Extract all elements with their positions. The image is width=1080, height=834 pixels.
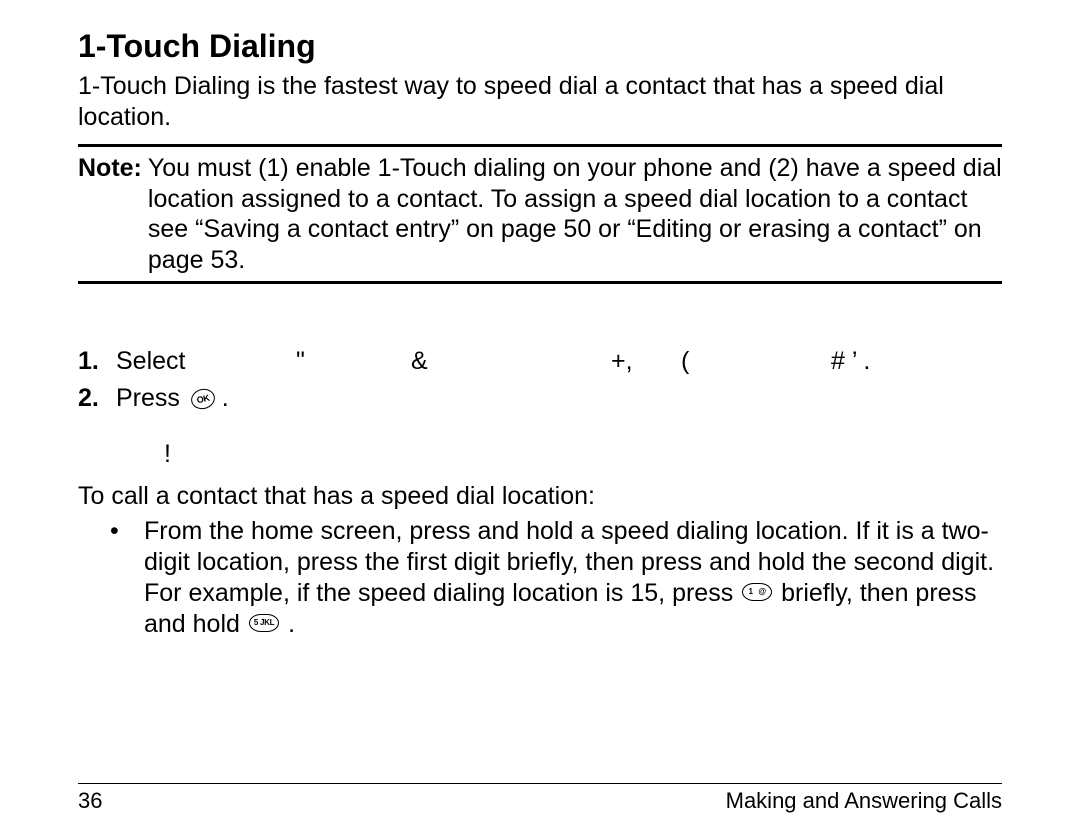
chapter-title: Making and Answering Calls [726,788,1002,814]
note-block: Note: You must (1) enable 1-Touch dialin… [78,144,1002,284]
bullet-dot: • [110,516,144,640]
key-5-icon: 5 JKL [249,614,279,632]
step-1-sym: ( [681,344,831,379]
bullet-text: . [281,610,295,638]
step-1: 1. Select " & +, ( # ’ . [78,344,1002,379]
page-footer: 36 Making and Answering Calls [78,783,1002,814]
step-1-sym: " [296,344,411,379]
bullet-content: From the home screen, press and hold a s… [144,516,1002,640]
steps-list: 1. Select " & +, ( # ’ . 2. Press . [78,344,1002,416]
step-1-select: Select [116,344,296,379]
bullet-item: • From the home screen, press and hold a… [78,516,1002,640]
ok-key-icon [189,387,217,412]
page-number: 36 [78,788,102,814]
intro-paragraph: 1-Touch Dialing is the fastest way to sp… [78,71,1002,132]
note-label: Note: [78,153,142,275]
step-2-text: Press [116,384,180,412]
section-heading: 1-Touch Dialing [78,28,1002,65]
step-1-sym: & [411,344,611,379]
step-number: 2. [78,381,116,416]
step-number: 1. [78,344,116,379]
note-body: You must (1) enable 1-Touch dialing on y… [148,153,1002,275]
key-1-icon: 1 @ [742,583,772,601]
step-1-sym: +, [611,344,681,379]
call-intro: To call a contact that has a speed dial … [78,481,1002,512]
stray-glyph: ! [164,440,1002,469]
step-2: 2. Press . [78,381,1002,416]
step-1-sym: # ’ . [831,344,1002,379]
